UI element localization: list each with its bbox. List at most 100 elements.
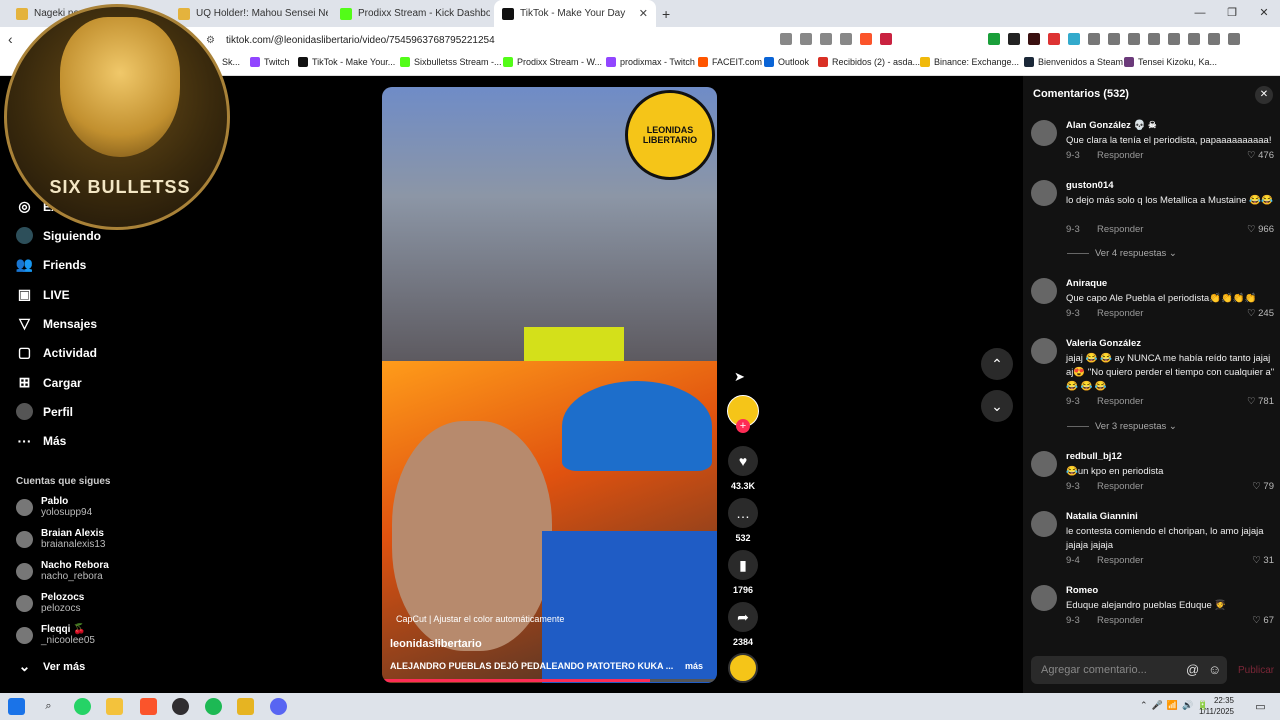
bookmark-faceit[interactable]: FACEIT.com (698, 57, 762, 67)
comment-button[interactable]: … 532 (726, 498, 760, 543)
bookmark-prodixmax[interactable]: prodixmax - Twitch (606, 57, 695, 67)
sound-disc[interactable] (726, 653, 760, 683)
brave-rewards-icon[interactable] (880, 33, 892, 45)
extension-icon[interactable] (1008, 33, 1020, 45)
notifications-icon[interactable]: ▭ (1252, 698, 1269, 715)
post-comment-button[interactable]: Publicar (1238, 665, 1274, 676)
avatar[interactable] (1031, 180, 1057, 206)
sidebar-item-friends[interactable]: 👥 Friends (16, 256, 87, 273)
vpn-icon[interactable] (1208, 33, 1220, 45)
sidebar-item-live[interactable]: ▣ LIVE (16, 286, 70, 303)
followed-account[interactable]: Pablo yolosupp94 (16, 496, 92, 518)
discord-icon[interactable] (270, 698, 287, 715)
avatar[interactable] (1031, 585, 1057, 611)
followed-account[interactable]: Fleqqi 🍒 _nicoolee05 (16, 624, 95, 646)
back-arrow-icon[interactable]: ‹ (8, 31, 13, 47)
reply-button[interactable]: Responder (1097, 481, 1143, 492)
reply-button[interactable]: Responder (1097, 150, 1143, 161)
brave-shield-icon[interactable] (860, 33, 872, 45)
cast-icon[interactable] (800, 33, 812, 45)
see-more-button[interactable]: ⌄ Ver más (16, 658, 86, 675)
close-comments-icon[interactable]: ✕ (1255, 86, 1273, 104)
view-replies-button[interactable]: Ver 4 respuestas ⌄ (1067, 248, 1177, 259)
follow-plus-icon[interactable]: + (736, 419, 750, 433)
reply-button[interactable]: Responder (1097, 396, 1143, 407)
followed-account[interactable]: Pelozocs pelozocs (16, 592, 84, 614)
emoji-icon[interactable]: ☺ (1208, 662, 1221, 677)
bookmark-item[interactable]: Sk... (222, 57, 240, 67)
reader-icon[interactable] (780, 33, 792, 45)
bookmark-sixbulletss[interactable]: Sixbulletss Stream -... (400, 57, 502, 67)
sidebar-item-messages[interactable]: ▽ Mensajes (16, 315, 97, 332)
close-window-icon[interactable]: ✕ (1248, 0, 1280, 27)
description-more-link[interactable]: más (685, 661, 703, 671)
video-player[interactable]: LEONIDAS LIBERTARIO CapCut | Ajustar el … (382, 87, 717, 683)
bookmark-tiktok[interactable]: TikTok - Make Your... (298, 57, 395, 67)
video-progress-bar[interactable] (382, 679, 717, 682)
sidebar-item-activity[interactable]: ▢ Actividad (16, 344, 97, 361)
site-info-icon[interactable]: ⚙ (206, 31, 215, 51)
avatar[interactable] (1031, 120, 1057, 146)
save-button[interactable]: ▮ 1796 (726, 550, 760, 595)
menu-icon[interactable] (1228, 33, 1240, 45)
obs-icon[interactable] (172, 698, 189, 715)
video-username[interactable]: leonidaslibertario (390, 638, 482, 650)
view-replies-button[interactable]: Ver 3 respuestas ⌄ (1067, 421, 1177, 432)
comment-like-button[interactable]: ♡ 67 (1252, 615, 1274, 626)
app-icon[interactable] (237, 698, 254, 715)
bookmark-outlook[interactable]: Outlook (764, 57, 809, 67)
extension-icon[interactable] (1028, 33, 1040, 45)
close-tab-icon[interactable]: ✕ (639, 7, 648, 20)
search-icon[interactable]: ⌕ (40, 698, 57, 715)
share-button[interactable]: ➦ 2384 (726, 602, 760, 647)
leo-icon[interactable] (1188, 33, 1200, 45)
previous-video-button[interactable]: ⌃ (981, 348, 1013, 380)
media-icon[interactable] (1128, 33, 1140, 45)
sidebar-item-upload[interactable]: ⊞ Cargar (16, 374, 82, 391)
tab-tiktok[interactable]: TikTok - Make Your Day ✕ (494, 0, 656, 27)
extension-icon[interactable] (988, 33, 1000, 45)
extension-icon[interactable] (1108, 33, 1120, 45)
minimize-icon[interactable]: — (1184, 0, 1216, 27)
extension-icon[interactable] (1088, 33, 1100, 45)
share-icon[interactable] (840, 33, 852, 45)
comment-like-button[interactable]: ♡ 781 (1247, 396, 1274, 407)
sidebar-icon[interactable] (1148, 33, 1160, 45)
bookmark-prodixx[interactable]: Prodixx Stream - W... (503, 57, 602, 67)
sidebar-item-more[interactable]: ··· Más (16, 432, 67, 449)
sidebar-item-profile[interactable]: Perfil (16, 403, 73, 420)
tab-kick-dashboard[interactable]: Prodixx Stream - Kick Dashboard (332, 0, 490, 27)
bookmark-binance[interactable]: Binance: Exchange... (920, 57, 1019, 67)
followed-account[interactable]: Braian Alexis braianalexis13 (16, 528, 106, 550)
avatar[interactable] (1031, 511, 1057, 537)
comment-like-button[interactable]: ♡ 966 (1247, 224, 1274, 235)
avatar[interactable] (1031, 451, 1057, 477)
comment-like-button[interactable]: ♡ 79 (1252, 481, 1274, 492)
comment-like-button[interactable]: ♡ 245 (1247, 308, 1274, 319)
restore-icon[interactable]: ❐ (1216, 0, 1248, 27)
bookmark-steam[interactable]: Bienvenidos a Steam (1024, 57, 1123, 67)
comment-like-button[interactable]: ♡ 476 (1247, 150, 1274, 161)
comment-like-button[interactable]: ♡ 31 (1252, 555, 1274, 566)
new-tab-button[interactable]: + (662, 6, 670, 22)
wallet-icon[interactable] (1168, 33, 1180, 45)
extension-icon[interactable] (1048, 33, 1060, 45)
brave-browser-icon[interactable] (140, 698, 157, 715)
taskbar-clock[interactable]: 22:35 1/11/2025 (1196, 695, 1234, 717)
reply-button[interactable]: Responder (1097, 615, 1143, 626)
reply-button[interactable]: Responder (1097, 224, 1143, 235)
spotify-icon[interactable] (205, 698, 222, 715)
like-button[interactable]: ♥ 43.3K (726, 446, 760, 491)
capcut-label[interactable]: CapCut | Ajustar el color automáticament… (396, 614, 564, 624)
sidebar-item-following[interactable]: Siguiendo (16, 227, 101, 244)
file-explorer-icon[interactable] (106, 698, 123, 715)
bookmark-twitch[interactable]: Twitch (250, 57, 290, 67)
next-video-button[interactable]: ⌄ (981, 390, 1013, 422)
bookmark-tensei[interactable]: Tensei Kizoku, Ka... (1124, 57, 1217, 67)
reply-button[interactable]: Responder (1097, 308, 1143, 319)
extension-icon[interactable] (1068, 33, 1080, 45)
translate-icon[interactable] (820, 33, 832, 45)
reply-button[interactable]: Responder (1097, 555, 1143, 566)
bookmark-gmail[interactable]: Recibidos (2) - asda... (818, 57, 920, 67)
avatar[interactable] (1031, 278, 1057, 304)
